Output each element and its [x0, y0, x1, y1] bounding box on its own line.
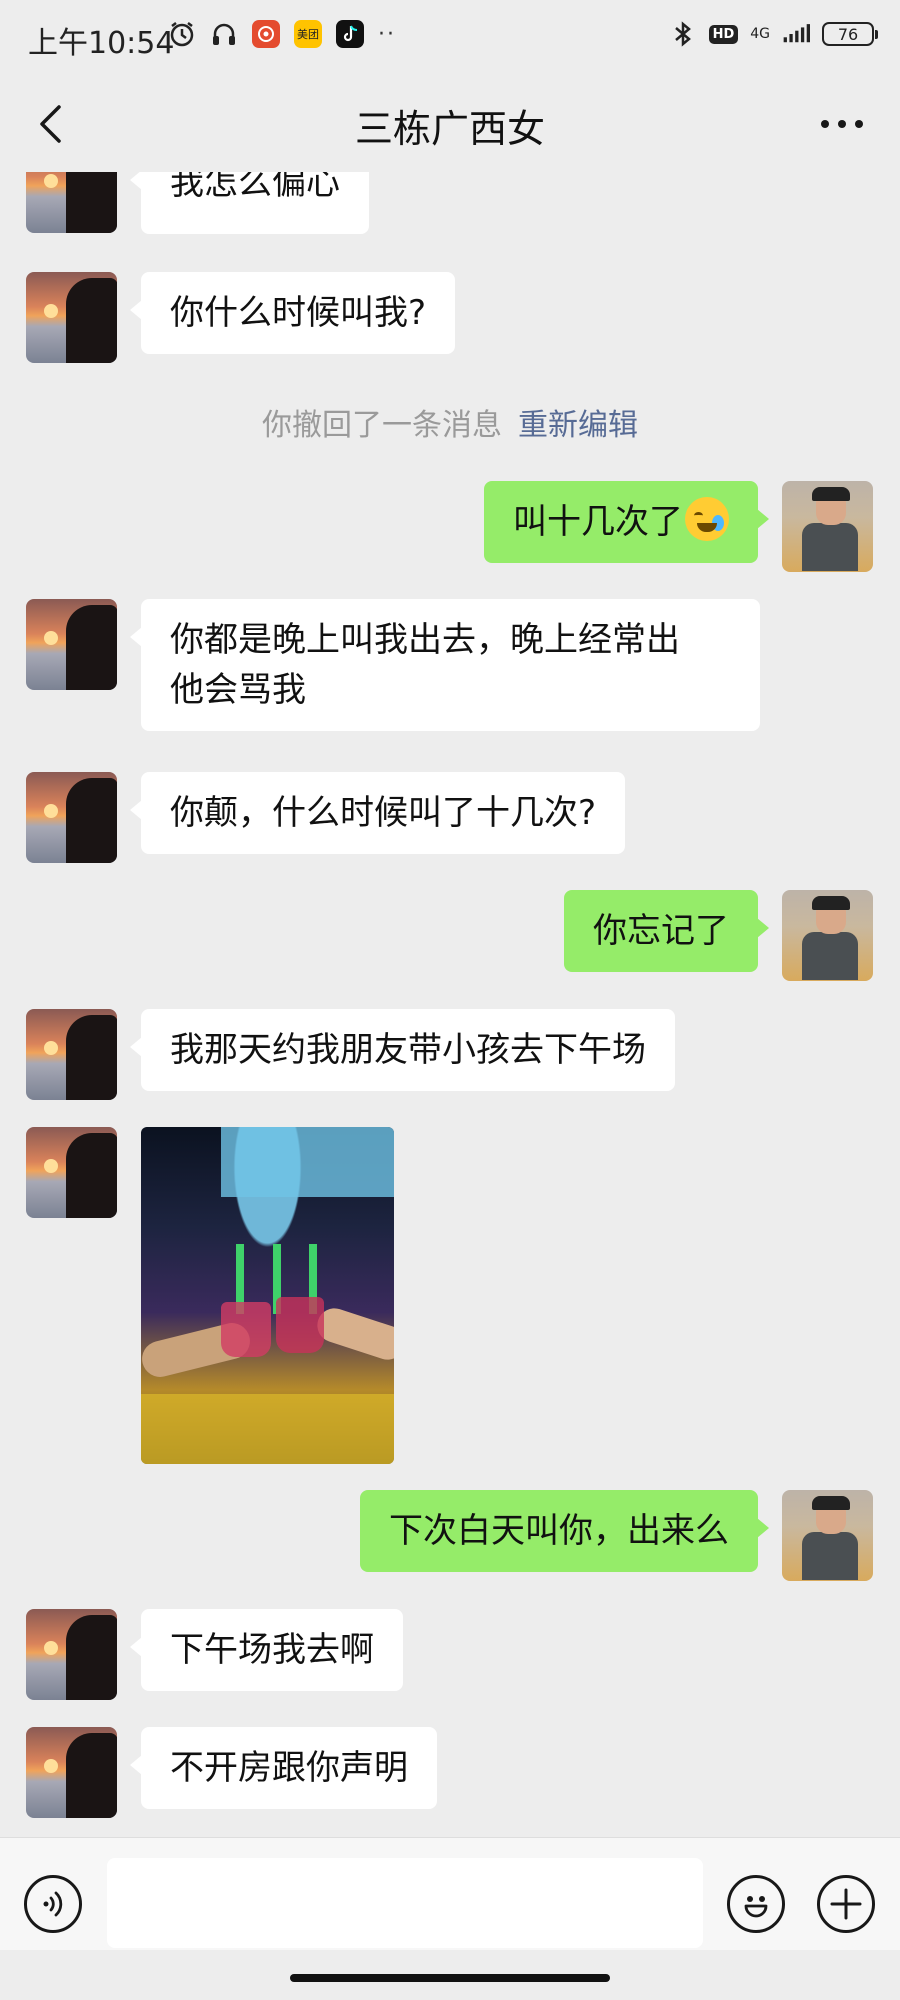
incoming-message[interactable]: 我怎么偏心	[130, 172, 369, 234]
incoming-message[interactable]: 你颠，什么时候叫了十几次?	[129, 772, 626, 854]
incoming-message[interactable]: 你什么时候叫我?	[129, 272, 456, 354]
re-edit-link[interactable]: 重新编辑	[518, 408, 638, 443]
voice-icon	[43, 1891, 63, 1917]
music-app-icon	[252, 20, 280, 48]
message-input[interactable]	[107, 1858, 703, 1948]
plus-button[interactable]	[817, 1875, 875, 1933]
outgoing-message[interactable]: 你忘记了	[564, 890, 769, 972]
alarm-icon	[168, 20, 196, 48]
emoji-icon	[744, 1896, 768, 1918]
crying-laughing-emoji-icon	[685, 497, 729, 541]
more-options-button[interactable]	[806, 96, 878, 152]
incoming-message[interactable]: 下午场我去啊	[130, 1609, 403, 1691]
more-notifications-icon: ··	[378, 21, 396, 47]
contact-avatar[interactable]	[26, 772, 117, 863]
chat-title: 三栋广西女	[354, 107, 545, 151]
incoming-message[interactable]: 我那天约我朋友带小孩去下午场	[130, 1009, 675, 1091]
more-dots-icon	[821, 120, 863, 128]
voice-input-button[interactable]	[24, 1875, 82, 1933]
network-type: 4G	[750, 26, 770, 42]
battery-icon: 76	[822, 22, 878, 46]
contact-avatar[interactable]	[26, 1727, 117, 1818]
recall-notice-text: 你撤回了一条消息	[262, 408, 502, 443]
bluetooth-icon	[669, 20, 697, 48]
tiktok-app-icon	[336, 20, 364, 48]
status-time: 上午10:54	[28, 26, 175, 61]
emoji-button[interactable]	[727, 1875, 785, 1933]
status-notification-icons: 美团 ··	[168, 20, 396, 48]
incoming-message[interactable]: 你都是晚上叫我出去，晚上经常出 他会骂我	[130, 599, 760, 731]
hd-voice-icon: HD	[708, 24, 739, 44]
recall-notice: 你撤回了一条消息 重新编辑	[0, 400, 900, 444]
self-avatar[interactable]	[782, 1490, 873, 1581]
outgoing-message[interactable]: 下次白天叫你，出来么	[360, 1490, 769, 1572]
contact-avatar[interactable]	[26, 1127, 117, 1218]
contact-avatar[interactable]	[26, 599, 117, 690]
message-text: 叫十几次了	[513, 502, 683, 542]
self-avatar[interactable]	[782, 890, 873, 981]
chat-input-bar	[0, 1837, 900, 1950]
home-indicator[interactable]	[290, 1974, 610, 1982]
chat-header: 三栋广西女	[0, 76, 900, 172]
contact-avatar[interactable]	[26, 172, 117, 233]
outgoing-message[interactable]: 叫十几次了	[484, 481, 769, 563]
incoming-message[interactable]: 不开房跟你声明	[130, 1727, 437, 1809]
status-bar: 上午10:54 美团 ·· HD 4G 76	[0, 0, 900, 76]
message-list[interactable]: 我怎么偏心 你什么时候叫我? 你撤回了一条消息 重新编辑 叫十几次了 你都是晚上叫…	[0, 172, 900, 1837]
contact-avatar[interactable]	[26, 1009, 117, 1100]
signal-icon	[782, 20, 810, 48]
image-message[interactable]	[141, 1127, 394, 1464]
plus-icon	[830, 1888, 862, 1920]
status-system-icons: HD 4G 76	[669, 20, 878, 48]
headphones-icon	[210, 20, 238, 48]
meituan-app-icon: 美团	[294, 20, 322, 48]
contact-avatar[interactable]	[26, 1609, 117, 1700]
contact-avatar[interactable]	[26, 272, 117, 363]
self-avatar[interactable]	[782, 481, 873, 572]
